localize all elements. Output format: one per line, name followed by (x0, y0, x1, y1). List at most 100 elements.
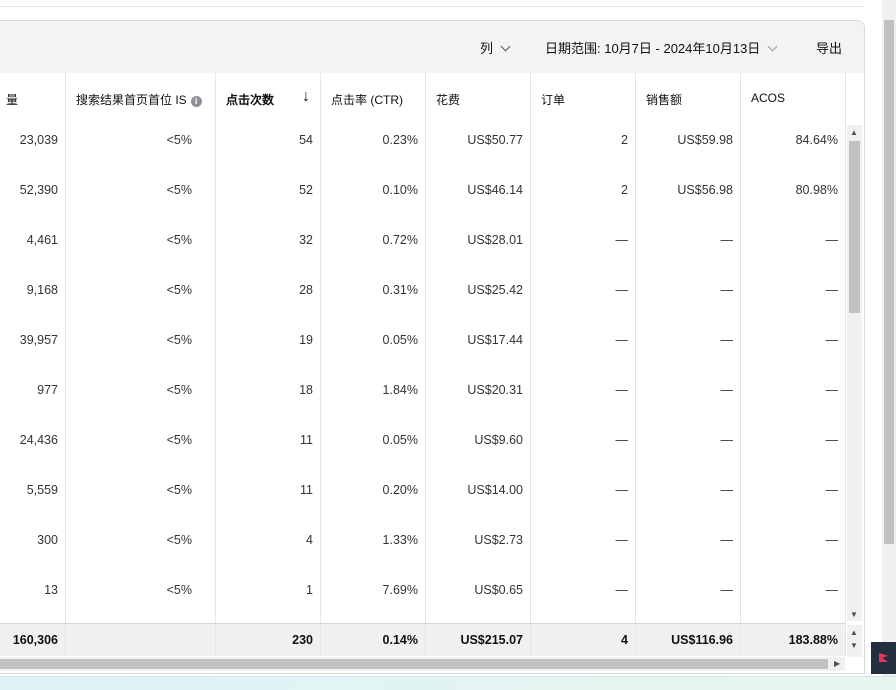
orders-cell: 2 (531, 123, 636, 173)
export-button[interactable]: 导出 (816, 38, 842, 57)
spend-cell: US$0.65 (426, 573, 531, 623)
date-range-picker[interactable]: 日期范围: 10月7日 - 2024年10月13日 (545, 38, 778, 57)
totals-vertical-scrollbar[interactable]: ▲ ▼ (847, 625, 862, 657)
columns-label: 列 (480, 41, 494, 56)
top-of-search-is-cell: <5% (66, 173, 216, 223)
acos-cell: — (741, 223, 846, 273)
scrollbar-thumb[interactable] (849, 141, 860, 313)
chevron-down-icon (500, 41, 511, 52)
acos-cell: — (741, 473, 846, 523)
clicks-cell: 52 (216, 173, 321, 223)
top-of-search-is-cell: <5% (66, 573, 216, 623)
scroll-up-icon[interactable]: ▲ (850, 628, 858, 637)
top-of-search-is-cell: <5% (66, 323, 216, 373)
table-toolbar: 列 日期范围: 10月7日 - 2024年10月13日 导出 (0, 21, 864, 73)
impressions-cell: 23,039 (0, 123, 66, 173)
top-of-search-is-cell: <5% (66, 423, 216, 473)
column-header-ctr[interactable]: 点击率 (CTR) (321, 73, 426, 123)
top-of-search-is-cell: <5% (66, 123, 216, 173)
top-of-search-is-cell: <5% (66, 223, 216, 273)
spend-cell: US$25.42 (426, 273, 531, 323)
sales-cell: — (636, 573, 741, 623)
column-header-impressions[interactable]: 量 (0, 73, 66, 123)
table-row[interactable]: 300 <5% 4 1.33% US$2.73— — — (0, 523, 846, 574)
column-header-spend[interactable]: 花费 (426, 73, 531, 123)
page-vertical-scrollbar[interactable] (882, 0, 896, 689)
date-range-label: 日期范围: 10月7日 - 2024年10月13日 (545, 41, 761, 56)
scroll-down-icon[interactable]: ▼ (850, 610, 858, 619)
spend-cell: US$28.01 (426, 223, 531, 273)
acos-cell: — (741, 323, 846, 373)
scroll-down-icon[interactable]: ▼ (850, 641, 858, 650)
column-header-top-of-search-is[interactable]: 搜索结果首页首位 IS i (66, 73, 216, 123)
sort-descending-icon[interactable]: ↓ (302, 88, 310, 106)
ctr-cell: 0.05% (321, 423, 426, 473)
table-header: 量 搜索结果首页首位 IS i 点击次数 ↓ 点击率 (CTR) 花费 订单 销售… (0, 73, 846, 124)
clicks-cell: 18 (216, 373, 321, 423)
impressions-cell: 9,168 (0, 273, 66, 323)
table-row[interactable]: 13 <5% 1 7.69% US$0.65— — — (0, 573, 846, 624)
impressions-cell: 977 (0, 373, 66, 423)
sales-cell: US$59.98 (636, 123, 741, 173)
ctr-cell: 0.10% (321, 173, 426, 223)
acos-cell: 84.64% (741, 123, 846, 173)
total-cell: US$116.96 (636, 624, 741, 656)
column-header-sales[interactable]: 销售额 (636, 73, 741, 123)
table-row[interactable]: 23,039 <5% 54 0.23% US$50.77 2 US$59.98 84.64% (0, 123, 846, 174)
impressions-cell: 4,461 (0, 223, 66, 273)
scroll-up-icon[interactable]: ▲ (850, 128, 858, 137)
top-of-search-is-cell: <5% (66, 273, 216, 323)
sales-cell: — (636, 423, 741, 473)
sales-cell: — (636, 223, 741, 273)
scrollbar-thumb[interactable] (0, 659, 828, 669)
spend-cell: US$9.60 (426, 423, 531, 473)
column-header-label: 点击次数 (226, 93, 275, 107)
flag-icon (879, 653, 888, 662)
top-of-search-is-cell: <5% (66, 373, 216, 423)
column-header-label: 销售额 (646, 93, 683, 107)
table-horizontal-scrollbar[interactable]: ▶ (0, 657, 845, 671)
sales-cell: — (636, 473, 741, 523)
column-header-clicks[interactable]: 点击次数 ↓ (216, 73, 321, 123)
column-header-orders[interactable]: 订单 (531, 73, 636, 123)
columns-dropdown[interactable]: 列 (480, 38, 511, 57)
feedback-flag-button[interactable] (871, 642, 896, 674)
report-table-panel: 列 日期范围: 10月7日 - 2024年10月13日 导出 量 搜索结果首页首… (0, 20, 865, 674)
column-header-acos[interactable]: ACOS (741, 73, 846, 123)
orders-cell: — (531, 273, 636, 323)
orders-cell: — (531, 323, 636, 373)
ctr-cell: 0.31% (321, 273, 426, 323)
spend-cell: US$46.14 (426, 173, 531, 223)
clicks-cell: 1 (216, 573, 321, 623)
table-row[interactable]: 39,957 <5% 19 0.05% US$17.44— — — (0, 323, 846, 374)
table-row[interactable]: 9,168 <5% 28 0.31% US$25.42— — — (0, 273, 846, 324)
table-vertical-scrollbar[interactable]: ▲ ▼ (847, 125, 862, 621)
column-header-label: 点击率 (CTR) (331, 93, 403, 107)
impressions-cell: 39,957 (0, 323, 66, 373)
scrollbar-thumb[interactable] (884, 20, 894, 544)
orders-cell: — (531, 573, 636, 623)
scroll-right-icon[interactable]: ▶ (834, 659, 840, 668)
acos-cell: — (741, 373, 846, 423)
orders-cell: — (531, 523, 636, 573)
table-row[interactable]: 977 <5% 18 1.84% US$20.31— — — (0, 373, 846, 424)
orders-cell: — (531, 473, 636, 523)
total-cell: 160,306 (0, 624, 66, 656)
orders-cell: — (531, 423, 636, 473)
orders-cell: — (531, 223, 636, 273)
column-header-label: 量 (6, 93, 19, 107)
ctr-cell: 7.69% (321, 573, 426, 623)
table-row[interactable]: 52,390 <5% 52 0.10% US$46.14 2 US$56.98 80.98% (0, 173, 846, 224)
top-of-search-is-cell: <5% (66, 473, 216, 523)
table-row[interactable]: 4,461 <5% 32 0.72% US$28.01— — — (0, 223, 846, 274)
acos-cell: — (741, 573, 846, 623)
sales-cell: — (636, 273, 741, 323)
chevron-down-icon (767, 41, 778, 52)
info-icon[interactable]: i (190, 96, 202, 107)
ctr-cell: 0.20% (321, 473, 426, 523)
column-header-label: 订单 (541, 93, 566, 107)
table-row[interactable]: 24,436 <5% 11 0.05% US$9.60— — — (0, 423, 846, 474)
clicks-cell: 28 (216, 273, 321, 323)
top-strip (0, 0, 864, 7)
table-row[interactable]: 5,559 <5% 11 0.20% US$14.00— — — (0, 473, 846, 524)
